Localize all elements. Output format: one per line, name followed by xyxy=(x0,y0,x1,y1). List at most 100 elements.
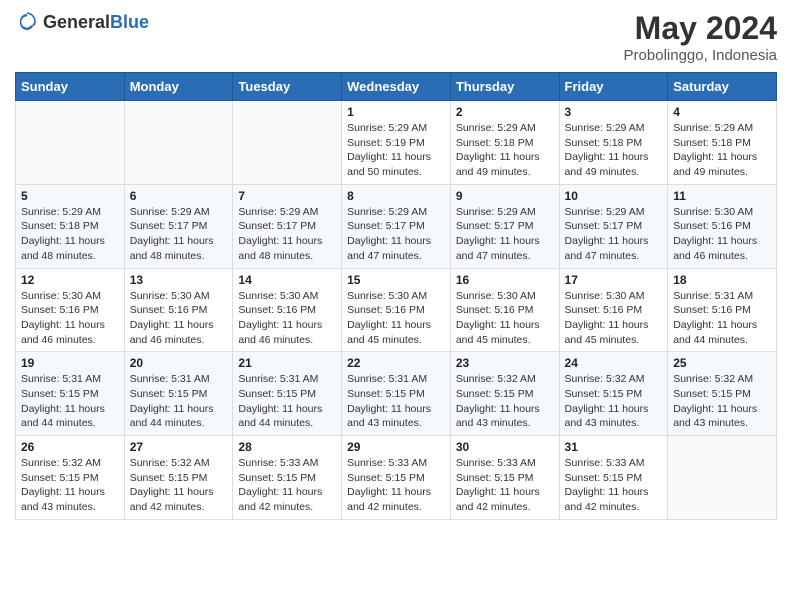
day-cell-w2-d3: 7 Sunrise: 5:29 AM Sunset: 5:17 PM Daylig… xyxy=(233,184,342,268)
day-number: 6 xyxy=(130,189,228,203)
day-cell-w3-d4: 15Sunrise: 5:30 AM Sunset: 5:16 PM Dayli… xyxy=(342,268,451,352)
header-saturday: Saturday xyxy=(668,73,777,101)
day-number: 10 xyxy=(565,189,663,203)
day-info: Sunrise: 5:31 AM Sunset: 5:15 PM Dayligh… xyxy=(130,372,228,431)
day-info: Sunrise: 5:32 AM Sunset: 5:15 PM Dayligh… xyxy=(565,372,663,431)
day-cell-w1-d7: 4Sunrise: 5:29 AM Sunset: 5:18 PM Daylig… xyxy=(668,101,777,185)
day-number: 31 xyxy=(565,440,663,454)
day-number: 22 xyxy=(347,356,445,370)
day-info: Sunrise: 5:30 AM Sunset: 5:16 PM Dayligh… xyxy=(347,289,445,348)
day-info: Sunrise: 5:33 AM Sunset: 5:15 PM Dayligh… xyxy=(238,456,336,515)
week-row-1: 1Sunrise: 5:29 AM Sunset: 5:19 PM Daylig… xyxy=(16,101,777,185)
title-month: May 2024 xyxy=(624,10,777,47)
day-cell-w2-d7: 11Sunrise: 5:30 AM Sunset: 5:16 PM Dayli… xyxy=(668,184,777,268)
header-wednesday: Wednesday xyxy=(342,73,451,101)
day-number: 5 xyxy=(21,189,119,203)
day-number: 8 xyxy=(347,189,445,203)
day-number: 30 xyxy=(456,440,554,454)
week-row-4: 19 Sunrise: 5:31 AM Sunset: 5:15 PM Dayli… xyxy=(16,352,777,436)
day-cell-w2-d6: 10 Sunrise: 5:29 AM Sunset: 5:17 PM Dayli… xyxy=(559,184,668,268)
logo-text: GeneralBlue xyxy=(43,12,149,33)
day-info: Sunrise: 5:30 AM Sunset: 5:16 PM Dayligh… xyxy=(238,289,336,348)
day-cell-w2-d1: 5 Sunrise: 5:29 AM Sunset: 5:18 PM Daylig… xyxy=(16,184,125,268)
day-cell-w3-d2: 13Sunrise: 5:30 AM Sunset: 5:16 PM Dayli… xyxy=(124,268,233,352)
day-info: Sunrise: 5:29 AM Sunset: 5:17 PM Dayligh… xyxy=(238,205,336,264)
day-info: Sunrise: 5:33 AM Sunset: 5:15 PM Dayligh… xyxy=(347,456,445,515)
day-cell-w2-d2: 6 Sunrise: 5:29 AM Sunset: 5:17 PM Daylig… xyxy=(124,184,233,268)
header-sunday: Sunday xyxy=(16,73,125,101)
day-cell-w5-d7 xyxy=(668,436,777,520)
day-info: Sunrise: 5:29 AM Sunset: 5:17 PM Dayligh… xyxy=(565,205,663,264)
calendar-table: Sunday Monday Tuesday Wednesday Thursday… xyxy=(15,72,777,520)
day-cell-w1-d1 xyxy=(16,101,125,185)
day-cell-w5-d6: 31 Sunrise: 5:33 AM Sunset: 5:15 PM Dayli… xyxy=(559,436,668,520)
day-info: Sunrise: 5:29 AM Sunset: 5:17 PM Dayligh… xyxy=(130,205,228,264)
day-number: 29 xyxy=(347,440,445,454)
day-cell-w4-d3: 21Sunrise: 5:31 AM Sunset: 5:15 PM Dayli… xyxy=(233,352,342,436)
day-info: Sunrise: 5:29 AM Sunset: 5:18 PM Dayligh… xyxy=(565,121,663,180)
week-row-2: 5 Sunrise: 5:29 AM Sunset: 5:18 PM Daylig… xyxy=(16,184,777,268)
day-cell-w4-d7: 25Sunrise: 5:32 AM Sunset: 5:15 PM Dayli… xyxy=(668,352,777,436)
day-number: 2 xyxy=(456,105,554,119)
day-info: Sunrise: 5:29 AM Sunset: 5:18 PM Dayligh… xyxy=(456,121,554,180)
day-info: Sunrise: 5:33 AM Sunset: 5:15 PM Dayligh… xyxy=(456,456,554,515)
week-row-5: 26 Sunrise: 5:32 AM Sunset: 5:15 PM Dayli… xyxy=(16,436,777,520)
header-thursday: Thursday xyxy=(450,73,559,101)
day-cell-w1-d2 xyxy=(124,101,233,185)
day-number: 19 xyxy=(21,356,119,370)
day-info: Sunrise: 5:33 AM Sunset: 5:15 PM Dayligh… xyxy=(565,456,663,515)
day-info: Sunrise: 5:29 AM Sunset: 5:17 PM Dayligh… xyxy=(347,205,445,264)
day-cell-w4-d1: 19 Sunrise: 5:31 AM Sunset: 5:15 PM Dayli… xyxy=(16,352,125,436)
day-info: Sunrise: 5:30 AM Sunset: 5:16 PM Dayligh… xyxy=(21,289,119,348)
day-info: Sunrise: 5:29 AM Sunset: 5:18 PM Dayligh… xyxy=(21,205,119,264)
day-cell-w5-d2: 27 Sunrise: 5:32 AM Sunset: 5:15 PM Dayli… xyxy=(124,436,233,520)
header-tuesday: Tuesday xyxy=(233,73,342,101)
logo: GeneralBlue xyxy=(15,10,149,34)
logo-blue: Blue xyxy=(110,12,149,32)
day-number: 12 xyxy=(21,273,119,287)
day-number: 1 xyxy=(347,105,445,119)
day-number: 27 xyxy=(130,440,228,454)
day-info: Sunrise: 5:29 AM Sunset: 5:18 PM Dayligh… xyxy=(673,121,771,180)
day-cell-w1-d5: 2 Sunrise: 5:29 AM Sunset: 5:18 PM Daylig… xyxy=(450,101,559,185)
header: GeneralBlue May 2024 Probolinggo, Indone… xyxy=(15,10,777,64)
day-info: Sunrise: 5:29 AM Sunset: 5:17 PM Dayligh… xyxy=(456,205,554,264)
day-number: 9 xyxy=(456,189,554,203)
day-cell-w5-d3: 28Sunrise: 5:33 AM Sunset: 5:15 PM Dayli… xyxy=(233,436,342,520)
day-number: 26 xyxy=(21,440,119,454)
day-cell-w3-d6: 17Sunrise: 5:30 AM Sunset: 5:16 PM Dayli… xyxy=(559,268,668,352)
day-number: 17 xyxy=(565,273,663,287)
header-monday: Monday xyxy=(124,73,233,101)
day-cell-w5-d4: 29 Sunrise: 5:33 AM Sunset: 5:15 PM Dayli… xyxy=(342,436,451,520)
day-number: 7 xyxy=(238,189,336,203)
day-number: 11 xyxy=(673,189,771,203)
day-cell-w1-d6: 3 Sunrise: 5:29 AM Sunset: 5:18 PM Daylig… xyxy=(559,101,668,185)
title-location: Probolinggo, Indonesia xyxy=(624,47,777,64)
day-cell-w3-d7: 18Sunrise: 5:31 AM Sunset: 5:16 PM Dayli… xyxy=(668,268,777,352)
day-info: Sunrise: 5:32 AM Sunset: 5:15 PM Dayligh… xyxy=(130,456,228,515)
day-cell-w5-d1: 26 Sunrise: 5:32 AM Sunset: 5:15 PM Dayli… xyxy=(16,436,125,520)
day-cell-w1-d3 xyxy=(233,101,342,185)
day-cell-w4-d5: 23Sunrise: 5:32 AM Sunset: 5:15 PM Dayli… xyxy=(450,352,559,436)
day-number: 24 xyxy=(565,356,663,370)
day-info: Sunrise: 5:30 AM Sunset: 5:16 PM Dayligh… xyxy=(456,289,554,348)
day-info: Sunrise: 5:32 AM Sunset: 5:15 PM Dayligh… xyxy=(21,456,119,515)
day-info: Sunrise: 5:31 AM Sunset: 5:16 PM Dayligh… xyxy=(673,289,771,348)
calendar-container: GeneralBlue May 2024 Probolinggo, Indone… xyxy=(0,0,792,530)
day-number: 14 xyxy=(238,273,336,287)
day-number: 13 xyxy=(130,273,228,287)
day-cell-w4-d6: 24 Sunrise: 5:32 AM Sunset: 5:15 PM Dayli… xyxy=(559,352,668,436)
logo-general: General xyxy=(43,12,110,32)
day-number: 16 xyxy=(456,273,554,287)
days-header-row: Sunday Monday Tuesday Wednesday Thursday… xyxy=(16,73,777,101)
day-cell-w5-d5: 30 Sunrise: 5:33 AM Sunset: 5:15 PM Dayli… xyxy=(450,436,559,520)
day-cell-w3-d5: 16 Sunrise: 5:30 AM Sunset: 5:16 PM Dayli… xyxy=(450,268,559,352)
day-info: Sunrise: 5:31 AM Sunset: 5:15 PM Dayligh… xyxy=(21,372,119,431)
day-number: 3 xyxy=(565,105,663,119)
day-cell-w4-d2: 20Sunrise: 5:31 AM Sunset: 5:15 PM Dayli… xyxy=(124,352,233,436)
header-friday: Friday xyxy=(559,73,668,101)
day-info: Sunrise: 5:32 AM Sunset: 5:15 PM Dayligh… xyxy=(456,372,554,431)
day-cell-w2-d4: 8 Sunrise: 5:29 AM Sunset: 5:17 PM Daylig… xyxy=(342,184,451,268)
title-block: May 2024 Probolinggo, Indonesia xyxy=(624,10,777,64)
day-number: 21 xyxy=(238,356,336,370)
